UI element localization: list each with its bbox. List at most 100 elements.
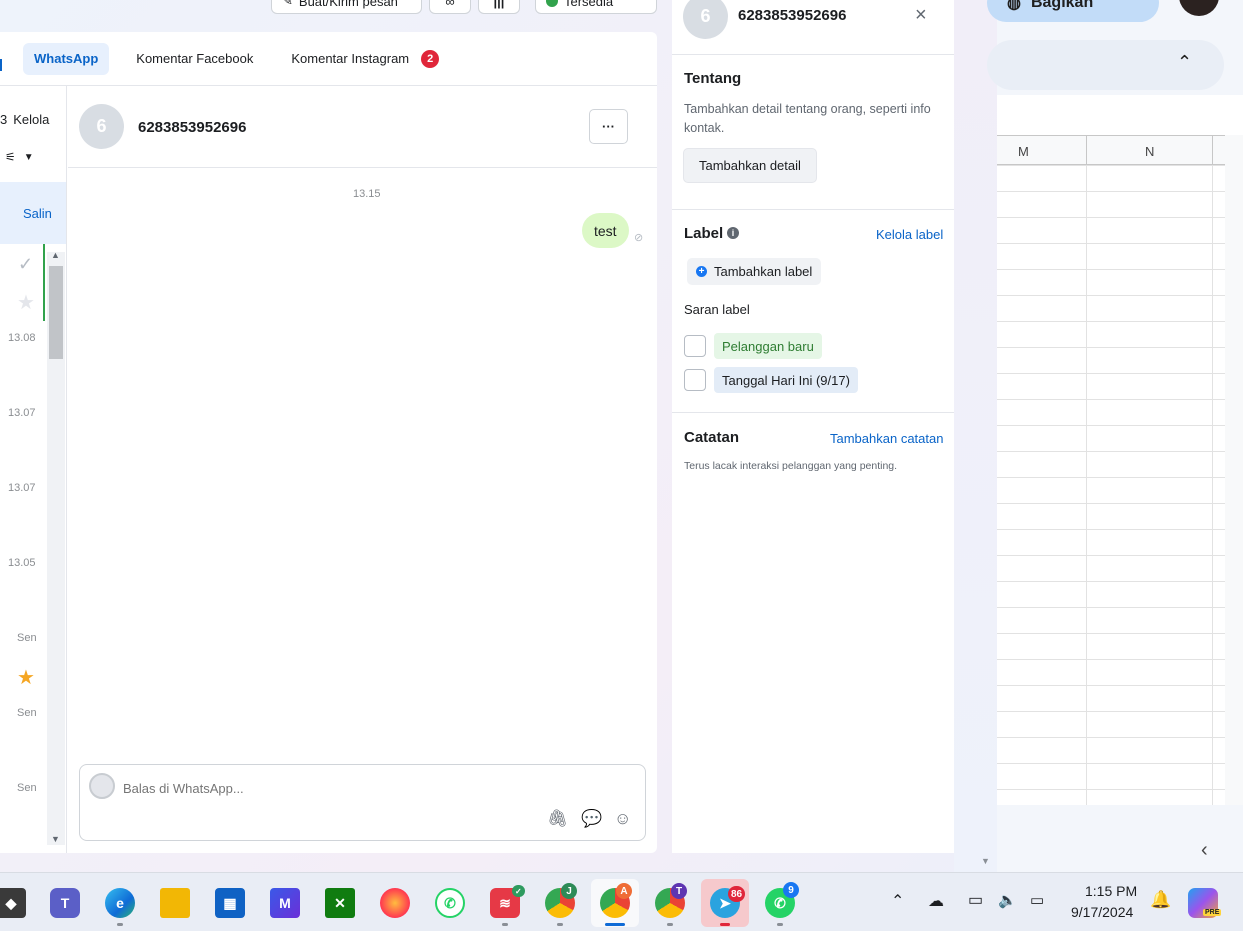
ellipsis-icon: ··· [602,119,615,134]
whatsapp-web-icon[interactable]: ✆ [435,888,465,918]
reply-composer: 🖇 💬 ☺ [79,764,646,841]
globe-icon: ◍ [1007,0,1021,12]
scroll-down-icon[interactable]: ▼ [51,834,60,844]
filter-icon: ⚟ [5,150,16,164]
chevron-left-icon[interactable]: ‹ [1201,839,1208,862]
manage-button[interactable]: 3 Kelola [0,112,49,127]
taskbar: ◆ T e ▦ M ✕ ✆ ≋ ✓ J A T ➤ 86 ✆ 9 ⌃ ☁ ▭ 🔈… [0,872,1243,931]
conversation-area: 6 6283853952696 ··· 13.15 test ⊘ 🖇 💬 ☺ [68,86,657,853]
profile-badge: A [616,883,632,899]
firefox-icon[interactable] [380,888,410,918]
clock-date[interactable]: 9/17/2024 [1071,904,1133,920]
list-scrollbar[interactable]: ▲ ▼ [47,250,65,845]
running-indicator [557,923,563,926]
copy-link[interactable]: Salin [23,206,52,221]
label-chip-new-customer[interactable]: Pelanggan baru [714,333,822,359]
app-m-icon[interactable]: M [270,888,300,918]
manage-label-link[interactable]: Kelola label [876,227,943,242]
check-icon: ✓ [18,254,34,274]
battery-icon[interactable]: ▭ [1030,891,1044,909]
cell-grid[interactable] [997,165,1225,805]
tab-label: Komentar Facebook [136,51,254,66]
reply-input[interactable] [123,777,623,799]
add-note-link[interactable]: Tambahkan catatan [830,431,943,446]
store-icon[interactable]: ▦ [215,888,245,918]
conversation-header: 6 6283853952696 ··· [68,86,657,168]
avatar[interactable]: 6 [683,0,728,39]
tab-instagram-comments[interactable]: Komentar Instagram 2 [280,43,450,75]
more-options-button[interactable]: ··· [589,109,628,144]
share-button[interactable]: ◍ Bagikan [987,0,1159,22]
formula-bar[interactable]: ⌃ [987,40,1224,90]
notification-bell-icon[interactable]: 🔔 [1150,890,1171,910]
link-icon: ∞ [445,0,455,9]
sheet-scrollbar[interactable] [1225,135,1243,805]
compose-label: Buat/Kirim pesan [298,0,398,9]
star-icon[interactable]: ★ [17,665,35,690]
network-icon[interactable]: ▭ [968,890,983,910]
status-label: Tersedia [564,0,614,9]
clock-time[interactable]: 1:15 PM [1085,883,1137,899]
filter-button[interactable]: ⚟ ▼ [5,150,34,164]
label-section: Label i Kelola label + Tambahkan label S… [672,210,954,413]
add-detail-button[interactable]: Tambahkan detail [683,148,817,183]
suggestion-checkbox[interactable] [684,335,706,357]
tab-label: Komentar Instagram [291,51,410,66]
sheet-grid[interactable]: M N [997,135,1225,805]
user-avatar [89,773,115,799]
suggestion-checkbox[interactable] [684,369,706,391]
xbox-icon[interactable]: ✕ [325,888,355,918]
conversation-time: 13.08 [8,332,36,344]
attachment-icon[interactable]: 🖇 [547,809,569,829]
copy-row[interactable]: Salin [0,182,66,244]
window-gutter: ▼ [954,0,997,872]
scroll-up-icon[interactable]: ▲ [51,250,60,260]
star-icon[interactable]: ★ [17,290,35,315]
conversation-list: 3 Kelola ⚟ ▼ Salin ✓ ★ ▲ ▼ 13.08 13.07 1… [0,86,67,853]
manage-icon: 3 [0,112,8,127]
compose-button[interactable]: ✎ Buat/Kirim pesan [271,0,422,14]
column-header-n[interactable]: N [1145,144,1154,159]
link-button[interactable]: ∞ [429,0,471,14]
file-explorer-icon[interactable] [160,888,190,918]
teams-icon[interactable]: T [50,888,80,918]
running-indicator [667,923,673,926]
profile-badge: T [671,883,687,899]
sheet-toolbar: ◍ Bagikan ⌃ [987,0,1243,95]
conversation-time: Sen [17,707,37,719]
edge-icon[interactable]: e [105,888,135,918]
column-header-m[interactable]: M [1018,144,1029,159]
chevron-up-icon[interactable]: ⌃ [891,891,904,911]
conversation-time: 13.05 [8,557,36,569]
sent-status-icon: ⊘ [634,232,644,244]
collapse-chevron-icon[interactable]: ⌃ [1177,52,1192,73]
contact-details-panel: 6 6283853952696 × Tentang Tambahkan deta… [672,0,954,853]
info-icon[interactable]: i [727,227,739,239]
columns-button[interactable]: ||| [478,0,520,14]
close-icon[interactable]: × [915,4,927,27]
selected-conversation[interactable]: ✓ ★ [0,244,45,321]
profile-avatar[interactable] [1179,0,1219,16]
section-title: Catatan [684,429,740,446]
scroll-down-icon[interactable]: ▼ [981,856,990,866]
message-bubble[interactable]: test [582,213,629,248]
cloud-offline-icon[interactable]: ☁ [928,891,944,911]
add-label-button[interactable]: + Tambahkan label [687,258,822,285]
scrollbar-thumb[interactable] [49,266,63,359]
emoji-icon[interactable]: ☺ [614,809,631,829]
label-chip-today[interactable]: Tanggal Hari Ini (9/17) [714,367,858,393]
tab-facebook-comments[interactable]: Komentar Facebook [125,43,264,75]
volume-icon[interactable]: 🔈 [998,891,1017,909]
button-label: Tambahkan detail [699,158,801,173]
tab-label: WhatsApp [34,51,99,66]
unread-badge: 86 [728,886,746,902]
app-icon[interactable]: ◆ [0,888,26,918]
tab-whatsapp[interactable]: WhatsApp [23,42,110,75]
notes-description: Terus lacak interaksi pelanggan yang pen… [684,460,898,472]
saved-reply-icon[interactable]: 💬 [581,809,602,829]
unread-badge: 2 [421,49,440,68]
selected-indicator [43,244,45,321]
conversation-time: Sen [17,632,37,644]
avatar[interactable]: 6 [79,104,124,149]
availability-button[interactable]: Tersedia [535,0,657,14]
